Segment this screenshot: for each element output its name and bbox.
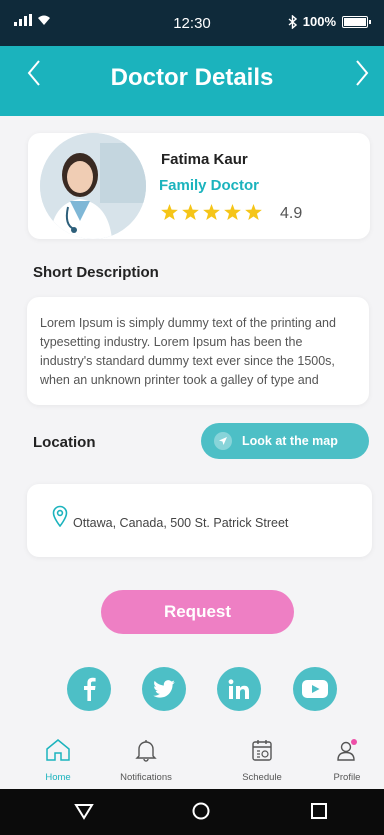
description-text: Lorem Ipsum is simply dummy text of the … bbox=[40, 314, 360, 390]
app-header: Doctor Details bbox=[0, 46, 384, 116]
home-circle-icon[interactable] bbox=[191, 801, 211, 821]
linkedin-icon[interactable] bbox=[217, 667, 261, 711]
back-triangle-icon[interactable] bbox=[74, 801, 94, 821]
page-title: Doctor Details bbox=[110, 64, 274, 91]
battery-icon bbox=[342, 15, 371, 28]
doctor-avatar bbox=[40, 133, 146, 239]
navigation-icon bbox=[214, 432, 232, 450]
request-button[interactable]: Request bbox=[101, 590, 294, 634]
address-text: Ottawa, Canada, 500 St. Patrick Street bbox=[73, 516, 289, 530]
address-card: Ottawa, Canada, 500 St. Patrick Street bbox=[27, 484, 372, 557]
rating-value: 4.9 bbox=[280, 205, 303, 222]
social-links bbox=[67, 667, 337, 711]
youtube-icon[interactable] bbox=[293, 667, 337, 711]
bottom-tab-bar: Home Notifications Schedule Profile bbox=[0, 734, 384, 789]
tab-notifications[interactable]: Notifications bbox=[108, 738, 184, 786]
location-title: Location bbox=[33, 434, 96, 451]
facebook-icon[interactable] bbox=[67, 667, 111, 711]
twitter-icon[interactable] bbox=[142, 667, 186, 711]
doctor-specialty: Family Doctor bbox=[159, 177, 260, 194]
description-line: typesetting industry. Lorem Ipsum has be… bbox=[40, 335, 303, 349]
star-rating bbox=[161, 204, 262, 220]
status-right: 100% bbox=[288, 14, 371, 29]
bell-icon bbox=[135, 740, 157, 762]
tab-schedule[interactable]: Schedule bbox=[224, 738, 300, 786]
star-icon bbox=[203, 204, 220, 220]
doctor-card[interactable]: Fatima Kaur Family Doctor 4.9 bbox=[28, 133, 370, 239]
doctor-name: Fatima Kaur bbox=[161, 151, 248, 168]
description-title: Short Description bbox=[33, 264, 159, 281]
description-line: when an unknown printer took a galley of… bbox=[40, 373, 319, 387]
star-icon bbox=[182, 204, 199, 220]
description-line: Lorem Ipsum is simply dummy text of the … bbox=[40, 316, 336, 330]
home-icon bbox=[46, 739, 70, 761]
calendar-icon bbox=[252, 740, 272, 761]
status-bar: 12:30 100% bbox=[0, 0, 384, 46]
profile-icon bbox=[337, 739, 357, 761]
battery-percent: 100% bbox=[302, 14, 336, 29]
bluetooth-icon bbox=[288, 14, 297, 29]
tab-label: Profile bbox=[333, 772, 361, 783]
location-pin-icon bbox=[52, 505, 68, 527]
forward-arrow-icon[interactable] bbox=[350, 58, 374, 88]
star-icon bbox=[224, 204, 241, 220]
tab-label: Notifications bbox=[120, 772, 172, 783]
tab-home[interactable]: Home bbox=[20, 738, 96, 786]
recent-apps-icon[interactable] bbox=[309, 801, 329, 821]
description-line: industry's standard dummy text ever sinc… bbox=[40, 354, 335, 368]
tab-profile[interactable]: Profile bbox=[309, 738, 384, 786]
map-button-label: Look at the map bbox=[242, 434, 338, 448]
android-navigation-bar bbox=[0, 789, 384, 835]
tab-label: Schedule bbox=[242, 772, 282, 783]
look-at-map-button[interactable]: Look at the map bbox=[201, 423, 369, 459]
star-icon bbox=[245, 204, 262, 220]
star-icon bbox=[161, 204, 178, 220]
tab-label: Home bbox=[45, 772, 71, 783]
description-card: Lorem Ipsum is simply dummy text of the … bbox=[27, 297, 369, 405]
